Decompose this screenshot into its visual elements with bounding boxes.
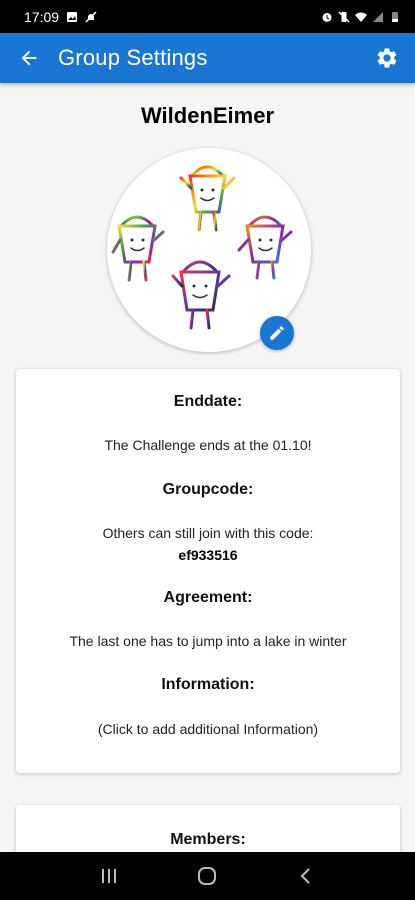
battery-icon (392, 11, 398, 22)
pencil-icon (270, 326, 284, 340)
bucket-character-left (111, 215, 165, 282)
gear-icon (377, 48, 397, 68)
groupcode-title: Groupcode: (162, 481, 254, 498)
back-button[interactable] (0, 33, 58, 83)
page-title: Group Settings (58, 45, 208, 70)
bucket-character-right (237, 215, 293, 280)
edit-avatar-button[interactable] (260, 316, 294, 350)
status-time: 17:09 (24, 8, 60, 25)
image-icon (67, 11, 78, 22)
mute-notifications-icon (85, 10, 97, 23)
settings-button[interactable] (359, 33, 415, 83)
recent-apps-icon (102, 869, 117, 883)
groupcode-value[interactable]: ef933516 (16, 547, 400, 563)
agreement-title: Agreement: (163, 589, 253, 606)
content-area: WildenEimer Enddate: The Challenge ends … (0, 83, 415, 852)
enddate-text[interactable]: The Challenge ends at the 01.10! (16, 437, 400, 453)
wifi-icon (355, 12, 367, 22)
enddate-title: Enddate: (173, 393, 243, 410)
system-nav-bar (0, 852, 415, 900)
agreement-text[interactable]: The last one has to jump into a lake in … (16, 633, 400, 649)
status-bar: 17:09 (0, 0, 415, 33)
back-icon (300, 868, 310, 884)
app-bar: Group Settings (0, 33, 415, 83)
members-title: Members: (170, 831, 246, 848)
group-info-card: Enddate: The Challenge ends at the 01.10… (16, 369, 400, 773)
bucket-character-top (179, 165, 236, 232)
recent-apps-button[interactable] (89, 856, 129, 896)
information-text[interactable]: (Click to add additional Information) (16, 721, 400, 737)
bucket-character-bottom (171, 260, 231, 330)
members-card: Members: (16, 805, 400, 852)
vibrate-off-icon (338, 10, 350, 23)
information-title: Information: (161, 676, 255, 693)
group-avatar-container (107, 148, 311, 352)
home-icon (198, 867, 217, 885)
group-name: WildenEimer (140, 103, 275, 128)
home-button[interactable] (187, 856, 227, 896)
nav-back-button[interactable] (286, 856, 326, 896)
alarm-icon (322, 12, 332, 22)
signal-icon (373, 11, 383, 22)
groupcode-text: Others can still join with this code: (102, 525, 314, 541)
arrow-back-icon (21, 50, 37, 66)
